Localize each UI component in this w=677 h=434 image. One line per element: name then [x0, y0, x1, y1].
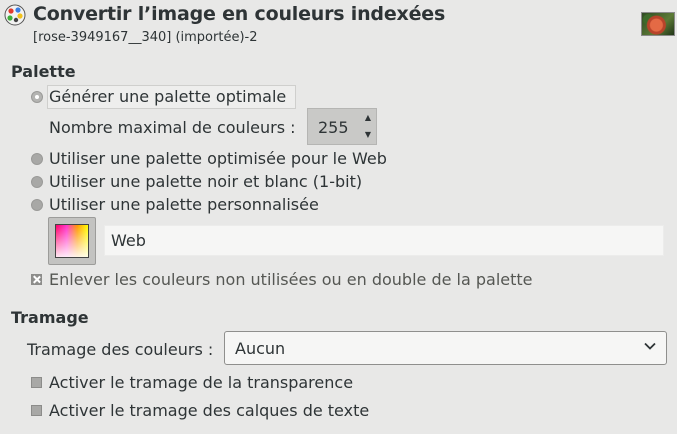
- palette-name-field[interactable]: [104, 225, 664, 256]
- remove-unused-checkbox[interactable]: [31, 274, 42, 285]
- palette-icon: [4, 4, 26, 26]
- image-thumbnail: [641, 12, 675, 36]
- palette-name-value[interactable]: Web: [111, 231, 146, 250]
- color-dither-select[interactable]: [224, 331, 667, 365]
- transparency-dither-checkbox[interactable]: [31, 377, 42, 388]
- decrement-icon[interactable]: ▼: [360, 127, 376, 143]
- text-layer-dither-checkbox[interactable]: [31, 405, 42, 416]
- increment-icon[interactable]: ▲: [360, 110, 376, 126]
- max-colors-value[interactable]: 255: [318, 118, 349, 137]
- color-dither-label: Tramage des couleurs :: [27, 340, 214, 359]
- max-colors-label: Nombre maximal de couleurs :: [49, 118, 296, 137]
- color-dither-value[interactable]: Aucun: [235, 339, 285, 358]
- radio-optimal-palette[interactable]: [31, 91, 43, 103]
- radio-web-palette[interactable]: [31, 153, 43, 165]
- radio-optimal-palette-label[interactable]: Générer une palette optimale: [49, 87, 286, 106]
- radio-web-palette-label[interactable]: Utiliser une palette optimisée pour le W…: [49, 149, 387, 168]
- radio-bw-palette-label[interactable]: Utiliser une palette noir et blanc (1-bi…: [49, 172, 362, 191]
- radio-custom-palette[interactable]: [31, 199, 43, 211]
- transparency-dither-label[interactable]: Activer le tramage de la transparence: [49, 373, 353, 392]
- text-layer-dither-label[interactable]: Activer le tramage des calques de texte: [49, 401, 369, 420]
- radio-bw-palette[interactable]: [31, 176, 43, 188]
- radio-custom-palette-label[interactable]: Utiliser une palette personnalisée: [49, 195, 319, 214]
- remove-unused-label[interactable]: Enlever les couleurs non utilisées ou en…: [49, 270, 533, 289]
- palette-swatch-icon[interactable]: [55, 224, 89, 258]
- chevron-down-icon[interactable]: [642, 338, 658, 354]
- dithering-section-title: Tramage: [11, 308, 89, 327]
- image-subtitle: [rose-3949167__340] (importée)-2: [33, 30, 258, 45]
- dialog-title: Convertir l’image en couleurs indexées: [33, 3, 446, 25]
- palette-section-title: Palette: [11, 62, 76, 81]
